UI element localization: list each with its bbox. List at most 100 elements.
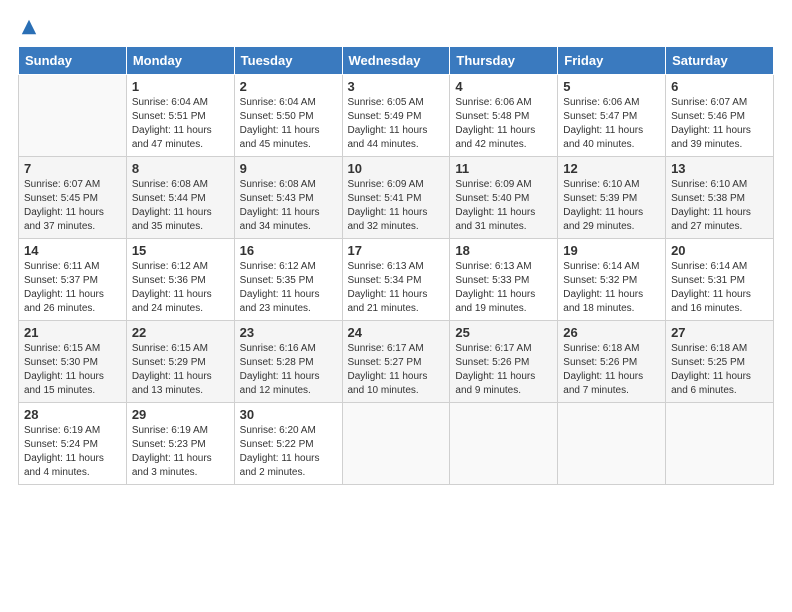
calendar-cell: 29 Sunrise: 6:19 AM Sunset: 5:23 PM Dayli… bbox=[126, 403, 234, 485]
calendar-cell bbox=[19, 75, 127, 157]
calendar-header-friday: Friday bbox=[558, 47, 666, 75]
day-number: 10 bbox=[348, 161, 445, 176]
day-info: Sunrise: 6:06 AM Sunset: 5:48 PM Dayligh… bbox=[455, 96, 552, 152]
calendar-cell: 16 Sunrise: 6:12 AM Sunset: 5:35 PM Dayli… bbox=[234, 239, 342, 321]
calendar-cell: 3Sunrise: 6:05 AM Sunset: 5:49 PM Daylig… bbox=[342, 75, 450, 157]
day-number: 25 bbox=[455, 325, 552, 340]
day-info: Sunrise: 6:13 AM Sunset: 5:34 PM Dayligh… bbox=[348, 260, 445, 316]
day-number: 4 bbox=[455, 79, 552, 94]
calendar-cell: 23Sunrise: 6:16 AM Sunset: 5:28 PM Dayli… bbox=[234, 321, 342, 403]
calendar-cell: 26Sunrise: 6:18 AM Sunset: 5:26 PM Dayli… bbox=[558, 321, 666, 403]
calendar-cell: 24 Sunrise: 6:17 AM Sunset: 5:27 PM Dayli… bbox=[342, 321, 450, 403]
day-number: 13 bbox=[671, 161, 768, 176]
day-number: 9 bbox=[240, 161, 337, 176]
day-info: Sunrise: 6:15 AM Sunset: 5:30 PM Dayligh… bbox=[24, 342, 121, 398]
day-info: Sunrise: 6:09 AM Sunset: 5:40 PM Dayligh… bbox=[455, 178, 552, 234]
day-number: 28 bbox=[24, 407, 121, 422]
header bbox=[18, 18, 774, 36]
day-info: Sunrise: 6:19 AM Sunset: 5:24 PM Dayligh… bbox=[24, 424, 121, 480]
day-info: Sunrise: 6:19 AM Sunset: 5:23 PM Dayligh… bbox=[132, 424, 229, 480]
day-number: 15 bbox=[132, 243, 229, 258]
calendar-cell bbox=[342, 403, 450, 485]
calendar-week-row: 21 Sunrise: 6:15 AM Sunset: 5:30 PM Dayli… bbox=[19, 321, 774, 403]
day-number: 2 bbox=[240, 79, 337, 94]
day-info: Sunrise: 6:12 AM Sunset: 5:35 PM Dayligh… bbox=[240, 260, 337, 316]
day-info: Sunrise: 6:17 AM Sunset: 5:27 PM Dayligh… bbox=[348, 342, 445, 398]
day-info: Sunrise: 6:20 AM Sunset: 5:22 PM Dayligh… bbox=[240, 424, 337, 480]
calendar-cell: 9 Sunrise: 6:08 AM Sunset: 5:43 PM Daylig… bbox=[234, 157, 342, 239]
day-info: Sunrise: 6:04 AM Sunset: 5:50 PM Dayligh… bbox=[240, 96, 337, 152]
calendar-header-thursday: Thursday bbox=[450, 47, 558, 75]
calendar-cell: 8Sunrise: 6:08 AM Sunset: 5:44 PM Daylig… bbox=[126, 157, 234, 239]
calendar-cell: 10 Sunrise: 6:09 AM Sunset: 5:41 PM Dayli… bbox=[342, 157, 450, 239]
calendar-cell bbox=[558, 403, 666, 485]
day-info: Sunrise: 6:14 AM Sunset: 5:31 PM Dayligh… bbox=[671, 260, 768, 316]
calendar-week-row: 7Sunrise: 6:07 AM Sunset: 5:45 PM Daylig… bbox=[19, 157, 774, 239]
calendar-cell: 17 Sunrise: 6:13 AM Sunset: 5:34 PM Dayli… bbox=[342, 239, 450, 321]
calendar-week-row: 14Sunrise: 6:11 AM Sunset: 5:37 PM Dayli… bbox=[19, 239, 774, 321]
calendar-cell bbox=[666, 403, 774, 485]
calendar-header-row: SundayMondayTuesdayWednesdayThursdayFrid… bbox=[19, 47, 774, 75]
calendar-cell: 19Sunrise: 6:14 AM Sunset: 5:32 PM Dayli… bbox=[558, 239, 666, 321]
calendar-cell: 30 Sunrise: 6:20 AM Sunset: 5:22 PM Dayli… bbox=[234, 403, 342, 485]
calendar-cell: 13 Sunrise: 6:10 AM Sunset: 5:38 PM Dayli… bbox=[666, 157, 774, 239]
day-number: 24 bbox=[348, 325, 445, 340]
calendar-cell: 14Sunrise: 6:11 AM Sunset: 5:37 PM Dayli… bbox=[19, 239, 127, 321]
calendar-header-sunday: Sunday bbox=[19, 47, 127, 75]
calendar-cell: 20 Sunrise: 6:14 AM Sunset: 5:31 PM Dayli… bbox=[666, 239, 774, 321]
calendar-table: SundayMondayTuesdayWednesdayThursdayFrid… bbox=[18, 46, 774, 485]
day-info: Sunrise: 6:12 AM Sunset: 5:36 PM Dayligh… bbox=[132, 260, 229, 316]
calendar-cell: 22 Sunrise: 6:15 AM Sunset: 5:29 PM Dayli… bbox=[126, 321, 234, 403]
day-number: 7 bbox=[24, 161, 121, 176]
calendar-header-monday: Monday bbox=[126, 47, 234, 75]
calendar-cell: 5Sunrise: 6:06 AM Sunset: 5:47 PM Daylig… bbox=[558, 75, 666, 157]
day-number: 20 bbox=[671, 243, 768, 258]
calendar-cell: 1 Sunrise: 6:04 AM Sunset: 5:51 PM Daylig… bbox=[126, 75, 234, 157]
day-number: 12 bbox=[563, 161, 660, 176]
logo-icon bbox=[20, 18, 38, 36]
day-info: Sunrise: 6:10 AM Sunset: 5:39 PM Dayligh… bbox=[563, 178, 660, 234]
day-number: 17 bbox=[348, 243, 445, 258]
day-number: 26 bbox=[563, 325, 660, 340]
day-info: Sunrise: 6:10 AM Sunset: 5:38 PM Dayligh… bbox=[671, 178, 768, 234]
day-number: 1 bbox=[132, 79, 229, 94]
day-info: Sunrise: 6:11 AM Sunset: 5:37 PM Dayligh… bbox=[24, 260, 121, 316]
calendar-cell: 15 Sunrise: 6:12 AM Sunset: 5:36 PM Dayli… bbox=[126, 239, 234, 321]
day-number: 29 bbox=[132, 407, 229, 422]
calendar-cell: 4 Sunrise: 6:06 AM Sunset: 5:48 PM Daylig… bbox=[450, 75, 558, 157]
calendar-header-wednesday: Wednesday bbox=[342, 47, 450, 75]
day-info: Sunrise: 6:09 AM Sunset: 5:41 PM Dayligh… bbox=[348, 178, 445, 234]
calendar-cell: 6 Sunrise: 6:07 AM Sunset: 5:46 PM Daylig… bbox=[666, 75, 774, 157]
calendar-cell: 7Sunrise: 6:07 AM Sunset: 5:45 PM Daylig… bbox=[19, 157, 127, 239]
day-number: 16 bbox=[240, 243, 337, 258]
day-number: 6 bbox=[671, 79, 768, 94]
day-number: 23 bbox=[240, 325, 337, 340]
day-number: 11 bbox=[455, 161, 552, 176]
day-info: Sunrise: 6:06 AM Sunset: 5:47 PM Dayligh… bbox=[563, 96, 660, 152]
day-number: 19 bbox=[563, 243, 660, 258]
day-number: 18 bbox=[455, 243, 552, 258]
day-number: 3 bbox=[348, 79, 445, 94]
calendar-cell: 11 Sunrise: 6:09 AM Sunset: 5:40 PM Dayli… bbox=[450, 157, 558, 239]
calendar-week-row: 28 Sunrise: 6:19 AM Sunset: 5:24 PM Dayli… bbox=[19, 403, 774, 485]
day-info: Sunrise: 6:04 AM Sunset: 5:51 PM Dayligh… bbox=[132, 96, 229, 152]
calendar-header-saturday: Saturday bbox=[666, 47, 774, 75]
calendar-header-tuesday: Tuesday bbox=[234, 47, 342, 75]
day-number: 22 bbox=[132, 325, 229, 340]
logo bbox=[18, 18, 38, 36]
calendar-cell: 25Sunrise: 6:17 AM Sunset: 5:26 PM Dayli… bbox=[450, 321, 558, 403]
day-info: Sunrise: 6:08 AM Sunset: 5:44 PM Dayligh… bbox=[132, 178, 229, 234]
day-info: Sunrise: 6:13 AM Sunset: 5:33 PM Dayligh… bbox=[455, 260, 552, 316]
calendar-cell: 28 Sunrise: 6:19 AM Sunset: 5:24 PM Dayli… bbox=[19, 403, 127, 485]
day-info: Sunrise: 6:07 AM Sunset: 5:46 PM Dayligh… bbox=[671, 96, 768, 152]
calendar-cell: 18 Sunrise: 6:13 AM Sunset: 5:33 PM Dayli… bbox=[450, 239, 558, 321]
day-info: Sunrise: 6:18 AM Sunset: 5:25 PM Dayligh… bbox=[671, 342, 768, 398]
day-info: Sunrise: 6:15 AM Sunset: 5:29 PM Dayligh… bbox=[132, 342, 229, 398]
calendar-cell: 27Sunrise: 6:18 AM Sunset: 5:25 PM Dayli… bbox=[666, 321, 774, 403]
day-info: Sunrise: 6:08 AM Sunset: 5:43 PM Dayligh… bbox=[240, 178, 337, 234]
calendar-cell: 12 Sunrise: 6:10 AM Sunset: 5:39 PM Dayli… bbox=[558, 157, 666, 239]
page: SundayMondayTuesdayWednesdayThursdayFrid… bbox=[0, 0, 792, 612]
day-number: 21 bbox=[24, 325, 121, 340]
day-number: 30 bbox=[240, 407, 337, 422]
calendar-cell bbox=[450, 403, 558, 485]
